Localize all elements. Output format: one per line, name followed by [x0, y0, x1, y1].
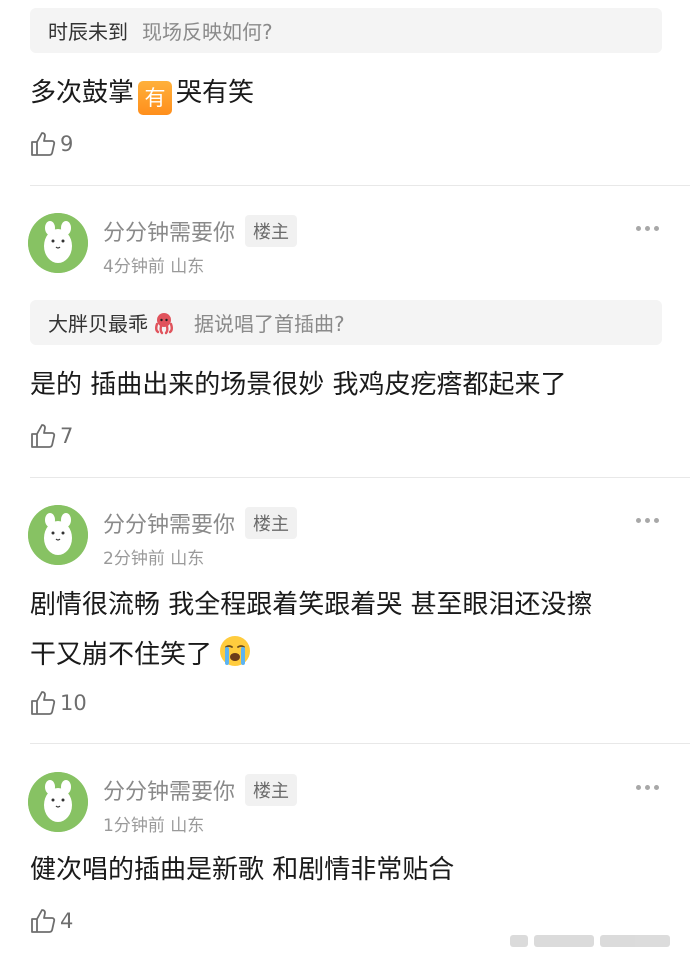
avatar[interactable] [28, 772, 88, 832]
username[interactable]: 分分钟需要你 楼主 [103, 507, 298, 539]
reply-location: 山东 [170, 257, 205, 277]
reply-text: 是的 插曲出来的场景很妙 我鸡皮疙瘩都起来了 [30, 370, 567, 400]
divider [30, 185, 690, 186]
more-dots-icon[interactable] [636, 785, 659, 790]
reply-text: 健次唱的插曲是新歌 和剧情非常贴合 [30, 855, 455, 885]
like-button[interactable]: 10 [30, 690, 87, 716]
more-dots-icon[interactable] [636, 226, 659, 231]
reply-meta: 4分钟前 山东 [103, 252, 204, 277]
quoted-comment[interactable]: 大胖贝最乖 据说唱了首插曲? [30, 300, 662, 345]
username-text[interactable]: 分分钟需要你 [103, 507, 235, 539]
quote-text: 现场反映如何? [142, 20, 273, 44]
thumbs-up-icon [31, 424, 56, 448]
quote-author[interactable]: 大胖贝最乖 [48, 308, 148, 337]
op-tag: 楼主 [245, 215, 298, 247]
white-cat-avatar [28, 505, 88, 565]
quoted-comment[interactable]: 时辰未到 现场反映如何? [30, 8, 662, 53]
avatar[interactable] [28, 505, 88, 565]
reply-time: 1分钟前 [103, 816, 165, 836]
like-count: 9 [60, 132, 74, 156]
white-cat-avatar [28, 213, 88, 273]
like-button[interactable]: 7 [30, 423, 73, 449]
reply-text: 剧情很流畅 我全程跟着笑跟着哭 甚至眼泪还没擦 [30, 590, 593, 620]
op-tag: 楼主 [245, 507, 298, 539]
reply-location: 山东 [170, 816, 205, 836]
thumbs-up-icon [31, 909, 56, 933]
divider [30, 743, 690, 744]
reply-text-part: 干又崩不住笑了 [30, 640, 213, 670]
quote-author[interactable]: 时辰未到 [48, 16, 128, 45]
op-tag: 楼主 [245, 774, 298, 806]
reply-text-part: 多次鼓掌 [30, 78, 135, 108]
you-badge-emoji: 有 [138, 81, 173, 115]
reply-meta: 1分钟前 山东 [103, 811, 204, 836]
username[interactable]: 分分钟需要你 楼主 [103, 215, 298, 247]
username-text[interactable]: 分分钟需要你 [103, 774, 235, 806]
like-count: 4 [60, 909, 74, 933]
thumbs-up-icon [31, 132, 56, 156]
like-count: 10 [60, 691, 87, 715]
loudly-crying-face-emoji [220, 636, 251, 666]
more-dots-icon[interactable] [636, 518, 659, 523]
username[interactable]: 分分钟需要你 楼主 [103, 774, 298, 806]
white-cat-avatar [28, 772, 88, 832]
reply-text-part: 哭有笑 [176, 78, 255, 108]
watermark [510, 930, 680, 952]
like-button[interactable]: 4 [30, 908, 73, 934]
reply-text: 干又崩不住笑了 [30, 634, 252, 675]
reply-location: 山东 [170, 549, 205, 569]
username-text[interactable]: 分分钟需要你 [103, 215, 235, 247]
divider [30, 477, 690, 478]
quote-text: 据说唱了首插曲? [194, 312, 345, 336]
reply-time: 4分钟前 [103, 257, 165, 277]
reply-time: 2分钟前 [103, 549, 165, 569]
octopus-emoji [155, 312, 173, 334]
reply-text: 多次鼓掌有哭有笑 [30, 73, 254, 115]
like-button[interactable]: 9 [30, 131, 73, 157]
thumbs-up-icon [31, 691, 56, 715]
like-count: 7 [60, 424, 74, 448]
avatar[interactable] [28, 213, 88, 273]
reply-meta: 2分钟前 山东 [103, 544, 204, 569]
